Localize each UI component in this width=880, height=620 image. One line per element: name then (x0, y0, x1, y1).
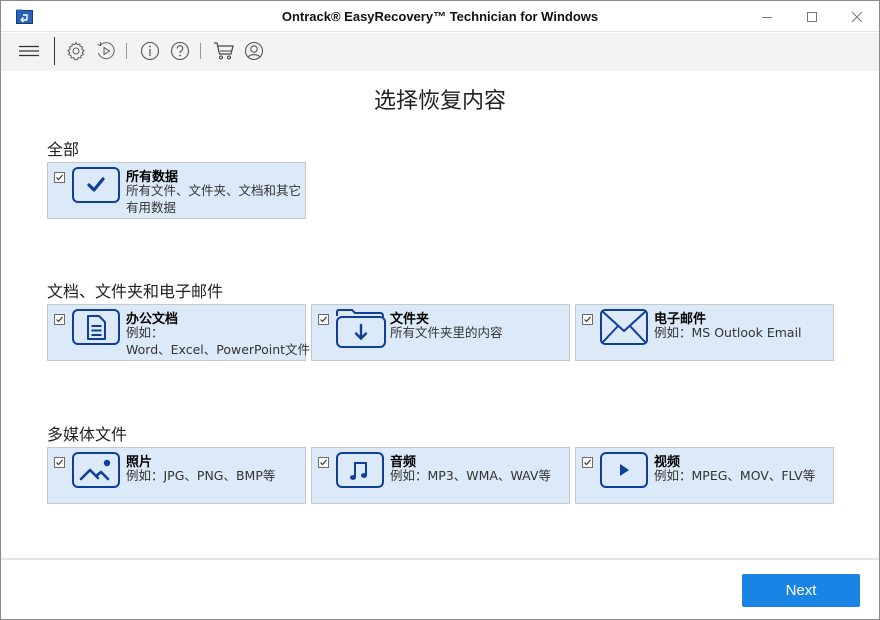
card-description: 例如：JPG、PNG、BMP等 (126, 468, 276, 483)
folder-download-icon (336, 309, 386, 348)
checkbox[interactable] (54, 172, 65, 183)
checkmark-small-icon (56, 174, 63, 181)
app-window: Ontrack® EasyRecovery™ Technician for Wi… (0, 0, 880, 620)
checkbox[interactable] (318, 457, 329, 468)
checkmark-small-icon (584, 316, 591, 323)
toolbar-divider (200, 43, 201, 59)
card-description-line: Word、Excel、PowerPoint文件 (126, 342, 311, 357)
section-title-documents: 文档、文件夹和电子邮件 (47, 282, 224, 301)
card-folders[interactable]: 文件夹 所有文件夹里的内容 (311, 304, 570, 361)
card-photos[interactable]: 照片 例如：JPG、PNG、BMP等 (47, 447, 306, 504)
checkbox[interactable] (582, 457, 593, 468)
cart-icon (214, 42, 234, 60)
toolbar (1, 33, 879, 71)
maximize-icon (807, 11, 817, 22)
page-title: 选择恢复内容 (373, 89, 506, 114)
checkbox[interactable] (318, 314, 329, 325)
cart-button[interactable] (212, 39, 236, 63)
minimize-button[interactable] (744, 1, 790, 32)
checkbox[interactable] (54, 457, 65, 468)
music-note-icon (336, 452, 384, 488)
close-button[interactable] (834, 1, 880, 32)
minimize-icon (762, 16, 772, 18)
section-title-multimedia: 多媒体文件 (47, 425, 128, 444)
card-all-data[interactable]: 所有数据 所有文件、文件夹、文档和其它有用数据 (47, 162, 306, 219)
checkmark-small-icon (320, 316, 327, 323)
checkbox[interactable] (54, 314, 65, 325)
checkmark-icon (72, 167, 120, 203)
checkmark-small-icon (56, 459, 63, 466)
card-description: 例如：MPEG、MOV、FLV等 (654, 468, 816, 483)
footer: Next (1, 558, 879, 619)
help-button[interactable] (168, 39, 192, 63)
card-description: 例如： Word、Excel、PowerPoint文件 (126, 324, 310, 358)
user-icon (244, 41, 264, 61)
toolbar-divider (54, 37, 55, 65)
card-email[interactable]: 电子邮件 例如：MS Outlook Email (575, 304, 834, 361)
settings-button[interactable] (64, 39, 88, 63)
image-icon (72, 452, 120, 488)
envelope-icon (600, 309, 648, 345)
card-audio[interactable]: 音频 例如：MP3、WMA、WAV等 (311, 447, 570, 504)
title-bar: Ontrack® EasyRecovery™ Technician for Wi… (1, 1, 879, 32)
checkmark-small-icon (320, 459, 327, 466)
card-description-line: 例如： (126, 325, 164, 340)
next-button[interactable]: Next (742, 574, 860, 607)
card-office-documents[interactable]: 办公文档 例如： Word、Excel、PowerPoint文件 (47, 304, 310, 361)
info-icon (140, 41, 160, 61)
resume-button[interactable] (94, 39, 118, 63)
section-title-all: 全部 (47, 140, 80, 159)
checkmark-small-icon (584, 459, 591, 466)
card-video[interactable]: 视频 例如：MPEG、MOV、FLV等 (575, 447, 834, 504)
resume-icon (97, 42, 115, 60)
card-description: 所有文件夹里的内容 (390, 325, 503, 340)
play-icon (600, 452, 648, 488)
content-area: 选择恢复内容 全部 所有数据 所有文件、文件夹、文档和其它有用数据 文档、文件夹… (1, 71, 879, 558)
card-description: 例如：MS Outlook Email (654, 325, 802, 340)
gear-icon (67, 41, 85, 61)
menu-icon (19, 45, 39, 57)
account-button[interactable] (242, 39, 266, 63)
info-button[interactable] (138, 39, 162, 63)
checkmark-small-icon (56, 316, 63, 323)
maximize-button[interactable] (789, 1, 835, 32)
help-icon (170, 41, 190, 61)
checkbox[interactable] (582, 314, 593, 325)
document-icon (72, 309, 120, 345)
toolbar-divider (126, 43, 127, 59)
card-description: 所有文件、文件夹、文档和其它有用数据 (126, 183, 302, 215)
card-description: 例如：MP3、WMA、WAV等 (390, 468, 551, 483)
menu-button[interactable] (17, 39, 41, 63)
close-icon (851, 11, 863, 22)
